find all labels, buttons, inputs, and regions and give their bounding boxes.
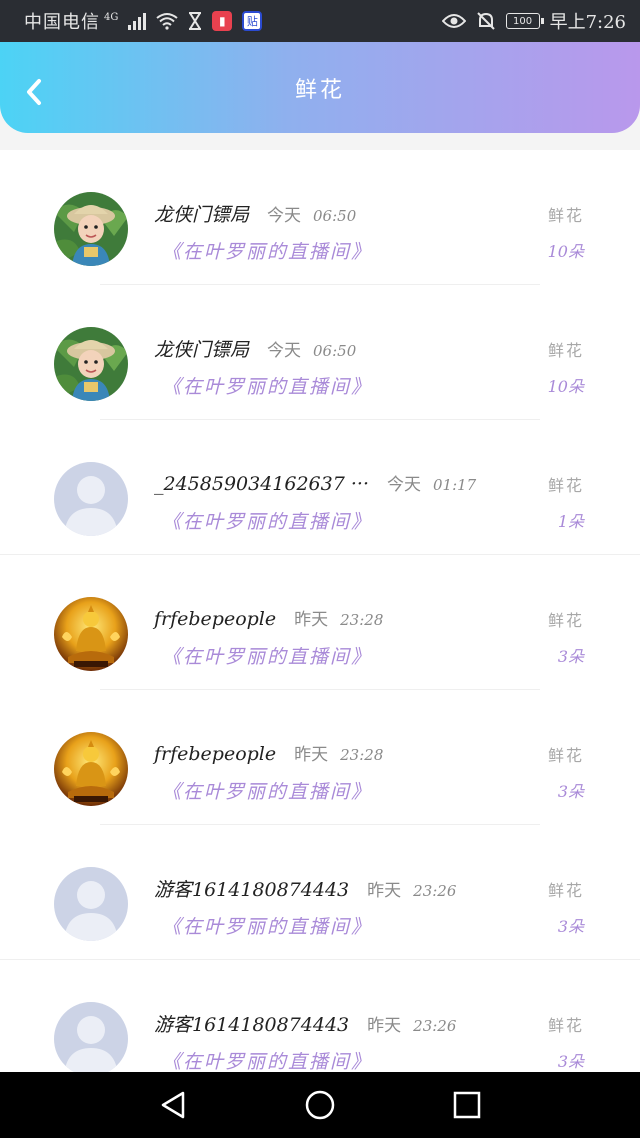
gift-record-list: 龙侠门镖局 今天 06:50 《在叶罗丽的直播间》 鲜花 10朵 龙侠门镖局 今天 06:50… <box>0 150 640 1072</box>
sender-name: 龙侠门镖局 <box>154 204 250 226</box>
live-room-link[interactable]: 《在叶罗丽的直播间》 <box>162 777 372 804</box>
square-recent-icon <box>453 1091 480 1119</box>
book-app-icon: ▮ <box>212 11 233 31</box>
nav-back-button[interactable] <box>153 1085 193 1125</box>
sender-name: _245859034162637 ··· <box>154 473 369 495</box>
avatar[interactable] <box>54 192 128 266</box>
carrier-label: 中国电信 <box>24 12 100 33</box>
hourglass-icon <box>189 12 202 30</box>
gift-type-label: 鲜花 <box>547 476 584 495</box>
send-time: 23:26 <box>413 882 457 900</box>
sender-name: frfebepeople <box>154 608 277 630</box>
sender-info: 龙侠门镖局 今天 06:50 <box>154 335 356 362</box>
nav-recent-apps-button[interactable] <box>447 1085 487 1125</box>
wifi-icon <box>156 13 178 30</box>
live-room-link[interactable]: 《在叶罗丽的直播间》 <box>162 507 372 534</box>
signal-icon <box>128 12 147 30</box>
sender-info: frfebepeople 昨天 23:28 <box>154 740 383 765</box>
gift-count-label: 3朵 <box>557 1052 584 1071</box>
send-time: 06:50 <box>313 342 357 360</box>
live-room-link[interactable]: 《在叶罗丽的直播间》 <box>162 642 372 669</box>
send-day: 昨天 <box>367 881 402 901</box>
sender-name: 游客1614180874443 <box>154 879 350 901</box>
clock: 早上7:26 <box>549 12 626 33</box>
list-item[interactable]: 游客1614180874443 昨天 23:26 《在叶罗丽的直播间》 鲜花 3朵 <box>0 825 640 960</box>
sender-name: frfebepeople <box>154 743 277 765</box>
sender-info: 龙侠门镖局 今天 06:50 <box>154 200 356 227</box>
gift-type-label: 鲜花 <box>547 611 584 630</box>
send-day: 昨天 <box>367 1016 402 1036</box>
battery-icon: 100 <box>505 13 544 29</box>
back-button[interactable] <box>14 72 54 112</box>
mute-bell-icon <box>476 12 495 30</box>
send-day: 昨天 <box>294 610 329 630</box>
avatar[interactable] <box>54 1002 128 1072</box>
sender-info: _245859034162637 ··· 今天 01:17 <box>154 470 476 495</box>
network-type-label: 4G <box>104 11 119 23</box>
sender-name: 龙侠门镖局 <box>154 339 250 361</box>
gift-count-label: 3朵 <box>557 782 584 801</box>
live-room-link[interactable]: 《在叶罗丽的直播间》 <box>162 372 372 399</box>
list-item[interactable]: 龙侠门镖局 今天 06:50 《在叶罗丽的直播间》 鲜花 10朵 <box>0 285 640 420</box>
send-day: 昨天 <box>294 745 329 765</box>
eye-icon <box>441 14 466 28</box>
send-day: 今天 <box>267 206 302 226</box>
avatar[interactable] <box>54 867 128 941</box>
page-title: 鲜花 <box>294 77 345 103</box>
avatar[interactable] <box>54 732 128 806</box>
gift-type-label: 鲜花 <box>547 206 584 225</box>
sender-name: 游客1614180874443 <box>154 1014 350 1036</box>
circle-home-icon <box>305 1090 335 1120</box>
status-bar: 中国电信 4G ▮ 贴 100 早上7:26 <box>0 0 640 42</box>
list-item[interactable]: 龙侠门镖局 今天 06:50 《在叶罗丽的直播间》 鲜花 10朵 <box>0 150 640 285</box>
tieba-app-icon: 贴 <box>242 11 263 31</box>
nav-home-button[interactable] <box>300 1085 340 1125</box>
gift-count-label: 10朵 <box>547 242 584 261</box>
header-bar: 鲜花 <box>0 42 640 133</box>
sender-info: frfebepeople 昨天 23:28 <box>154 605 383 630</box>
send-day: 今天 <box>267 341 302 361</box>
chevron-left-icon <box>27 79 41 105</box>
send-time: 23:28 <box>340 611 384 629</box>
list-item[interactable]: frfebepeople 昨天 23:28 《在叶罗丽的直播间》 鲜花 3朵 <box>0 555 640 690</box>
live-room-link[interactable]: 《在叶罗丽的直播间》 <box>162 1047 372 1072</box>
gift-count-label: 10朵 <box>547 377 584 396</box>
list-item[interactable]: _245859034162637 ··· 今天 01:17 《在叶罗丽的直播间》 鲜花 1… <box>0 420 640 555</box>
send-day: 今天 <box>386 475 421 495</box>
gift-type-label: 鲜花 <box>547 341 584 360</box>
avatar[interactable] <box>54 597 128 671</box>
gift-type-label: 鲜花 <box>547 881 584 900</box>
send-time: 23:28 <box>340 746 384 764</box>
avatar[interactable] <box>54 462 128 536</box>
avatar[interactable] <box>54 327 128 401</box>
send-time: 23:26 <box>413 1017 457 1035</box>
gift-type-label: 鲜花 <box>547 746 584 765</box>
gift-count-label: 1朵 <box>557 512 584 531</box>
send-time: 06:50 <box>313 207 357 225</box>
list-item[interactable]: frfebepeople 昨天 23:28 《在叶罗丽的直播间》 鲜花 3朵 <box>0 690 640 825</box>
live-room-link[interactable]: 《在叶罗丽的直播间》 <box>162 237 372 264</box>
sender-info: 游客1614180874443 昨天 23:26 <box>154 875 456 902</box>
triangle-back-icon <box>162 1091 185 1119</box>
gift-count-label: 3朵 <box>557 647 584 666</box>
list-item[interactable]: 游客1614180874443 昨天 23:26 《在叶罗丽的直播间》 鲜花 3朵 <box>0 960 640 1072</box>
gift-type-label: 鲜花 <box>547 1016 584 1035</box>
gift-count-label: 3朵 <box>557 917 584 936</box>
system-nav-bar <box>0 1072 640 1138</box>
send-time: 01:17 <box>432 476 477 494</box>
live-room-link[interactable]: 《在叶罗丽的直播间》 <box>162 912 372 939</box>
sender-info: 游客1614180874443 昨天 23:26 <box>154 1010 456 1037</box>
